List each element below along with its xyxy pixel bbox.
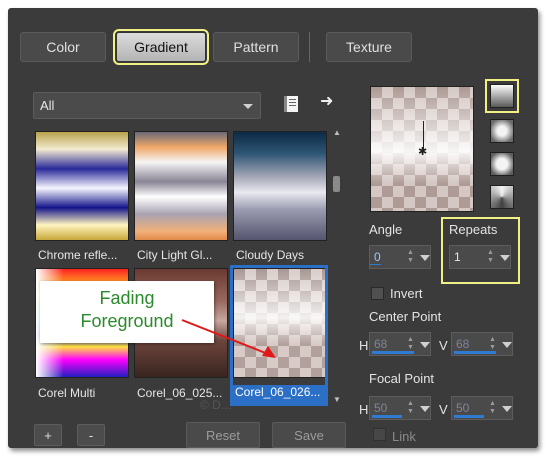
book-icon[interactable] [284,96,298,112]
gradient-preview[interactable]: ✱ [370,86,474,212]
focal-point-label: Focal Point [369,371,435,386]
center-h-stepper[interactable]: 68 ▲ ▼ [369,332,431,356]
center-marker-icon[interactable]: ✱ [418,145,427,158]
tab-pattern[interactable]: Pattern [213,32,299,62]
annotation-arrow-icon [181,319,276,358]
focal-h-value: 50 [374,401,388,415]
spin-arrows-icon[interactable]: ▲ ▼ [406,400,415,416]
center-v-slider[interactable] [454,351,496,354]
gradient-label: Chrome refle... [38,248,118,262]
focal-v-slider[interactable] [454,415,484,418]
reset-button[interactable]: Reset [186,422,260,448]
gradient-thumb-cloudy-days[interactable] [233,131,327,241]
gradient-thumb-chrome[interactable] [35,131,129,241]
tab-texture[interactable]: Texture [326,32,412,62]
repeats-label: Repeats [449,222,498,237]
spin-arrows-icon[interactable]: ▲ ▼ [488,400,497,416]
remove-gradient-button[interactable]: - [77,424,105,446]
arrow-right-icon[interactable]: ➜ [320,94,333,110]
tab-color[interactable]: Color [20,32,106,62]
chevron-down-icon[interactable] [420,342,430,348]
spin-arrows-icon[interactable]: ▲ ▼ [406,336,415,352]
sunburst-style-button[interactable] [490,152,514,176]
chevron-down-icon[interactable] [420,406,430,412]
gradient-label: City Light Gl... [137,248,213,262]
chevron-down-icon [243,104,253,109]
focal-h-stepper[interactable]: 50 ▲ ▼ [369,396,431,420]
rectangular-style-button[interactable] [490,119,514,143]
tab-gradient[interactable]: Gradient [113,29,209,65]
focal-v-label: V [439,402,448,417]
spin-arrows-icon[interactable]: ▲ ▼ [486,249,495,265]
center-v-label: V [439,338,448,353]
angle-value: 0 [370,250,381,265]
save-button[interactable]: Save [272,422,346,448]
gradient-label: Cloudy Days [236,248,305,262]
focal-h-slider[interactable] [372,415,402,418]
angle-stepper[interactable]: 0 ▲ ▼ [369,245,431,269]
scroll-up-arrow[interactable]: ▲ [333,128,341,137]
watermark: © D... [200,398,231,412]
focal-v-value: 50 [456,401,470,415]
center-v-value: 68 [456,337,470,351]
linear-style-button[interactable] [490,84,514,108]
chevron-down-icon[interactable] [500,255,510,261]
invert-checkbox[interactable] [371,287,384,300]
center-v-stepper[interactable]: 68 ▲ ▼ [451,332,513,356]
link-label: Link [392,429,416,444]
add-gradient-button[interactable]: + [34,424,62,446]
category-value: All [40,98,55,113]
scrollbar-thumb[interactable] [333,176,340,192]
center-h-value: 68 [374,337,388,351]
chevron-down-icon[interactable] [502,342,512,348]
repeats-stepper[interactable]: 1 ▲ ▼ [449,245,511,269]
focal-h-label: H [359,402,369,417]
center-point-label: Center Point [369,309,442,324]
focal-v-stepper[interactable]: 50 ▲ ▼ [451,396,513,420]
radial-style-button[interactable] [490,185,514,209]
spin-arrows-icon[interactable]: ▲ ▼ [406,249,415,265]
chevron-down-icon[interactable] [502,406,512,412]
category-dropdown[interactable]: All [33,92,261,119]
gradient-thumb-city-light[interactable] [134,131,228,241]
link-checkbox[interactable] [373,428,386,441]
repeats-value: 1 [454,250,461,264]
spin-arrows-icon[interactable]: ▲ ▼ [488,336,497,352]
scroll-down-arrow[interactable]: ▼ [333,395,341,404]
tab-separator [309,32,310,62]
center-h-slider[interactable] [372,351,414,354]
selected-gradient-label[interactable]: Corel_06_026... [232,385,326,403]
gradient-label: Corel Multi [38,386,96,400]
chevron-down-icon[interactable] [420,255,430,261]
angle-label: Angle [369,222,403,237]
center-h-label: H [359,338,369,353]
invert-label: Invert [390,286,423,301]
